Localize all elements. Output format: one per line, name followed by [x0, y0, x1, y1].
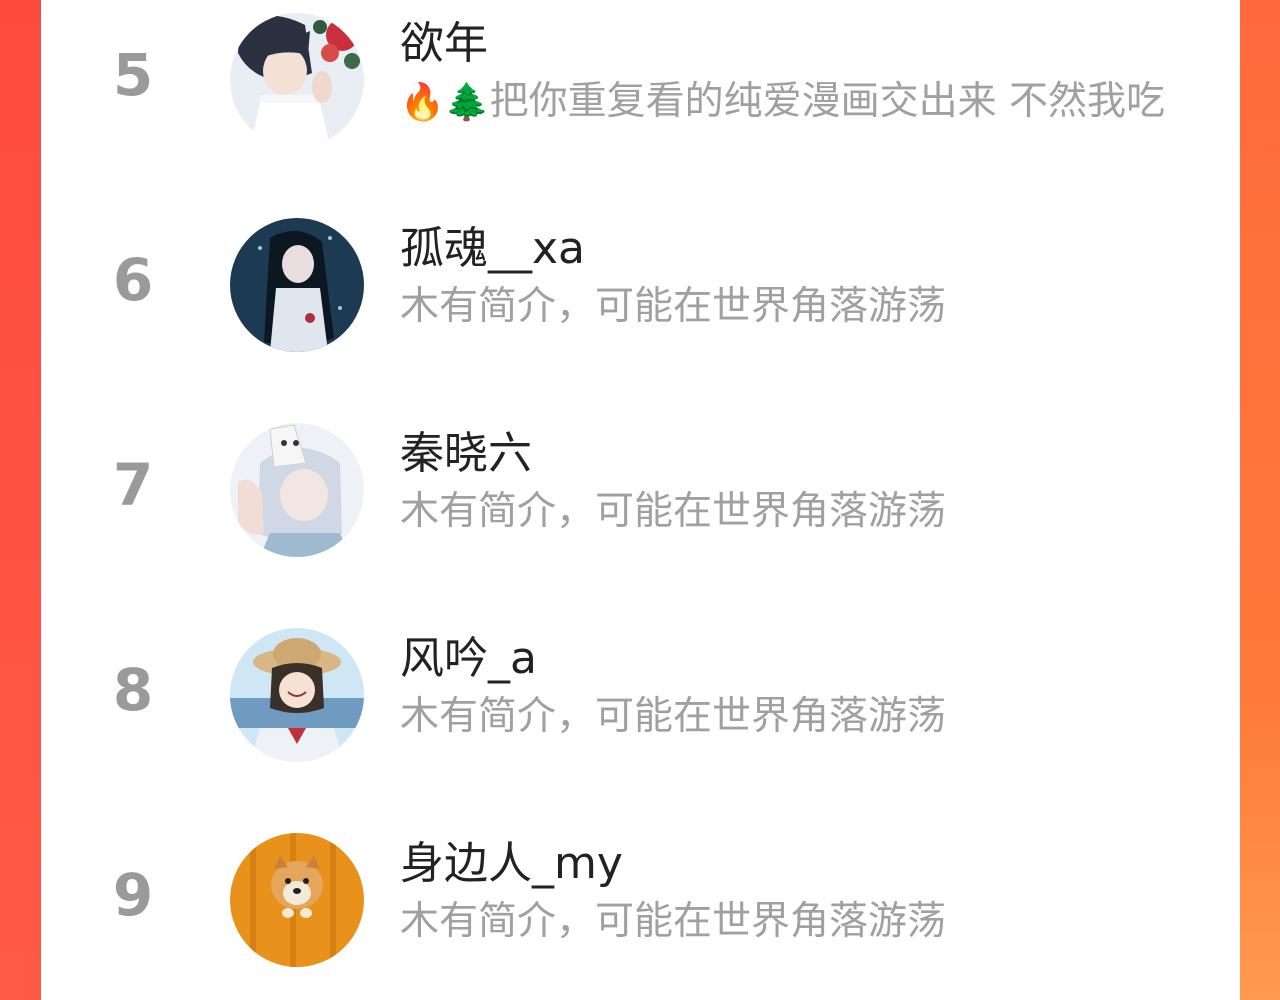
list-item-rank-6[interactable]: 6 孤魂__xa 木有简介，可能在世界角落游荡: [41, 205, 1240, 355]
list-item-rank-8[interactable]: 8 风吟_a 木有简介，可能在世界角落游荡: [41, 615, 1240, 765]
user-bio: 木有简介，可能在世界角落游荡: [400, 894, 1180, 951]
avatar[interactable]: [230, 218, 364, 352]
ranking-list: 5 欲年 🔥🌲把你重复看的纯爱漫画交出来 不然我吃 6 孤魂__xa 木有简介，…: [41, 0, 1240, 1000]
user-name[interactable]: 身边人_my: [400, 834, 623, 894]
rank-number: 9: [112, 861, 154, 929]
avatar[interactable]: [230, 628, 364, 762]
list-item-rank-5[interactable]: 5 欲年 🔥🌲把你重复看的纯爱漫画交出来 不然我吃: [41, 0, 1240, 150]
fire-tree-emoji-icon: 🔥🌲: [400, 82, 490, 123]
rank-number: 7: [112, 451, 154, 519]
user-bio: 木有简介，可能在世界角落游荡: [400, 689, 1180, 746]
avatar-anime-girl-dark-icon: [230, 218, 364, 352]
user-name[interactable]: 秦晓六: [400, 424, 532, 484]
user-name[interactable]: 孤魂__xa: [400, 219, 585, 279]
user-name[interactable]: 风吟_a: [400, 629, 537, 689]
bio-text: 木有简介，可能在世界角落游荡: [400, 489, 947, 534]
list-item-rank-7[interactable]: 7 秦晓六 木有简介，可能在世界角落游荡: [41, 410, 1240, 560]
avatar-anime-girl-straw-hat-icon: [230, 628, 364, 762]
bio-text: 木有简介，可能在世界角落游荡: [400, 284, 947, 329]
avatar[interactable]: [230, 833, 364, 967]
rank-number: 6: [112, 246, 154, 314]
right-gradient-edge: [1240, 0, 1280, 1000]
rank-number: 5: [112, 41, 154, 109]
user-name[interactable]: 欲年: [400, 14, 488, 74]
avatar-anime-boy-flowers-icon: [230, 13, 364, 147]
bio-text: 把你重复看的纯爱漫画交出来 不然我吃: [489, 79, 1166, 124]
avatar[interactable]: [230, 423, 364, 557]
left-gradient-edge: [0, 0, 41, 1000]
avatar-anime-fox-mask-icon: [230, 423, 364, 557]
user-bio: 木有简介，可能在世界角落游荡: [400, 484, 1180, 541]
user-bio: 木有简介，可能在世界角落游荡: [400, 279, 1180, 336]
bio-text: 木有简介，可能在世界角落游荡: [400, 899, 947, 944]
avatar[interactable]: [230, 13, 364, 147]
rank-number: 8: [112, 656, 154, 724]
bio-text: 木有简介，可能在世界角落游荡: [400, 694, 947, 739]
avatar-shiba-dog-icon: [230, 833, 364, 967]
user-bio: 🔥🌲把你重复看的纯爱漫画交出来 不然我吃: [400, 74, 1180, 131]
list-item-rank-9[interactable]: 9 身边人_my 木有简介，可能在世界角落游荡: [41, 820, 1240, 970]
